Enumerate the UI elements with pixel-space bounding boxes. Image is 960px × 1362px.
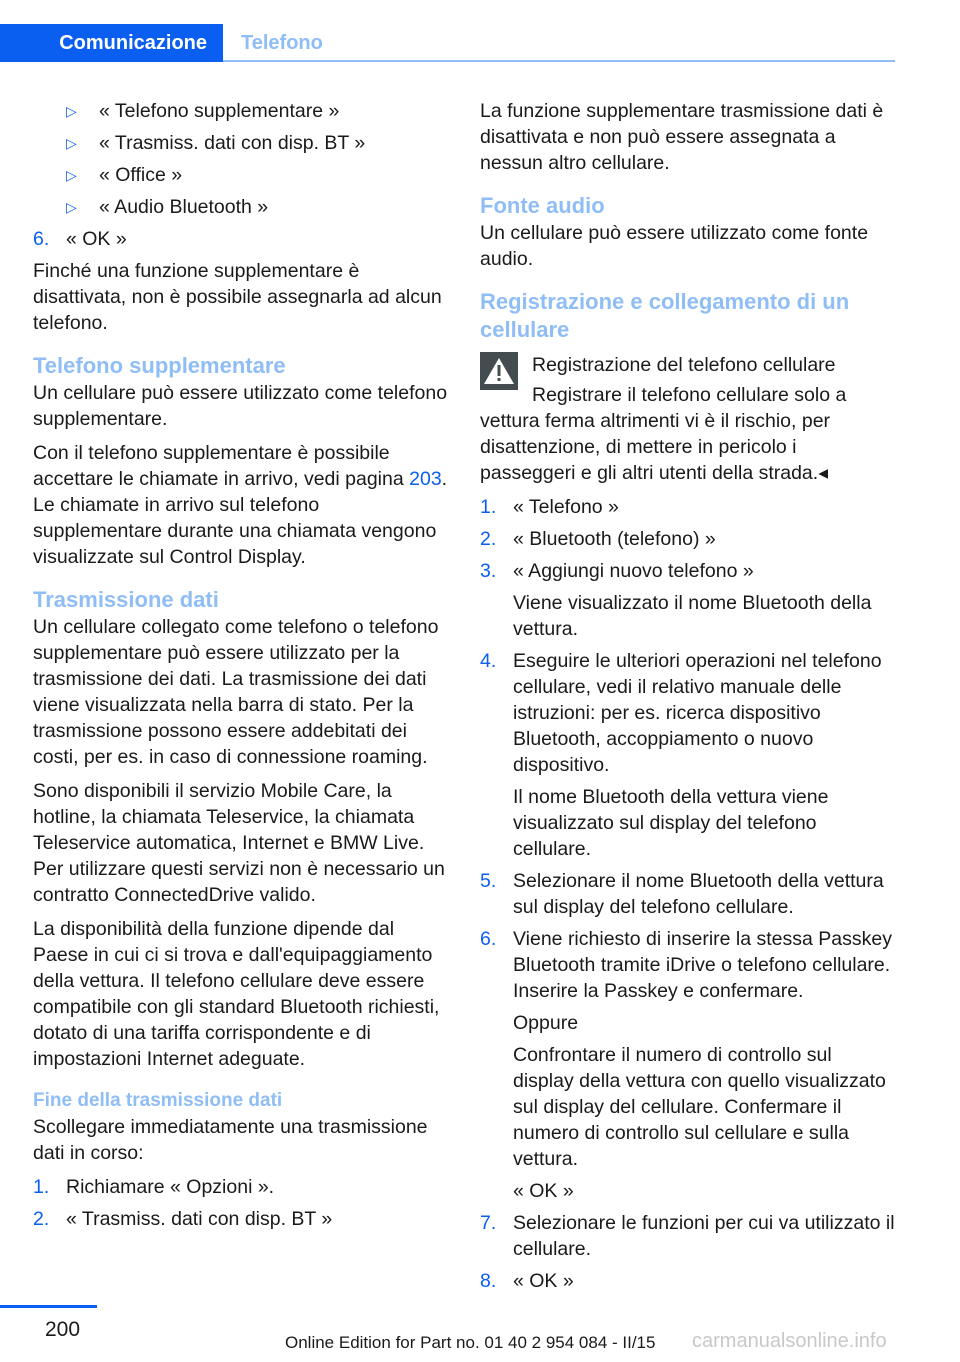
- triangle-bullet-icon: ▷: [66, 167, 77, 183]
- page-link[interactable]: 203: [409, 468, 442, 490]
- list-item: 1. « Telefono »: [480, 496, 619, 518]
- right-column: La funzione supplementare trasmissione d…: [480, 100, 895, 1292]
- warning-box: Registrazione del telefono cellulare: [480, 352, 895, 390]
- list-item: 2. « Trasmiss. dati con disp. BT »: [33, 1208, 333, 1230]
- heading-fine-trasmissione: Fine della trasmissione dati: [33, 1090, 283, 1111]
- left-column: ▷ « Telefono supplementare » ▷ « Trasmiss.…: [33, 98, 448, 1230]
- triangle-bullet-icon: ▷: [66, 135, 77, 151]
- warning-title: Registrazione del telefono cellulare: [532, 354, 836, 376]
- list-item: ▷ « Audio Bluetooth »: [33, 194, 448, 220]
- note: Finché una funzione supplementare è disa…: [33, 260, 442, 334]
- list-item: 3. « Aggiungi nuovo telefono »: [480, 560, 754, 582]
- triangle-bullet-icon: ▷: [66, 199, 77, 215]
- triangle-bullet-icon: ▷: [66, 103, 77, 119]
- list-item: ▷ « Office »: [33, 162, 448, 188]
- edition-label: Online Edition for Part no. 01 40 2 954 …: [285, 1333, 656, 1352]
- list-item: 8. « OK »: [480, 1270, 574, 1292]
- list-item: 6. « OK »: [33, 228, 127, 250]
- warning-text: Registrare il telefono cellulare solo a …: [480, 384, 847, 484]
- list-item: 7. Selezionare le funzioni per cui va uti…: [480, 1212, 895, 1260]
- heading-trasmissione-dati: Trasmissione dati: [33, 587, 219, 612]
- list-item: 2. « Bluetooth (telefono) »: [480, 528, 716, 550]
- list-item: 5. Selezionare il nome Bluetooth della ve…: [480, 870, 884, 918]
- warning-icon: [480, 352, 518, 390]
- page-header: Comunicazione Telefono: [0, 24, 895, 62]
- list-item: ▷ « Trasmiss. dati con disp. BT »: [33, 130, 448, 156]
- list-item: 1. Richiamare « Opzioni ».: [33, 1176, 275, 1198]
- watermark: carmanualsonline.info: [692, 1330, 887, 1352]
- list-item: 4. Eseguire le ulteriori operazioni nel t…: [480, 650, 882, 776]
- chapter-label: Comunicazione: [0, 24, 223, 62]
- section-label: Telefono: [241, 31, 323, 54]
- list-item: ▷ « Telefono supplementare »: [33, 98, 448, 124]
- heading-fonte-audio: Fonte audio: [480, 193, 605, 218]
- header-rule: [223, 60, 895, 62]
- heading-telefono-supplementare: Telefono supplementare: [33, 353, 286, 378]
- list-item: 6. Viene richiesto di inserire la stessa …: [480, 928, 892, 1002]
- page-number: 200: [45, 1318, 81, 1341]
- heading-registrazione: Registrazione e collegamento di un cellu…: [480, 289, 850, 342]
- footer-rule: [0, 1305, 97, 1308]
